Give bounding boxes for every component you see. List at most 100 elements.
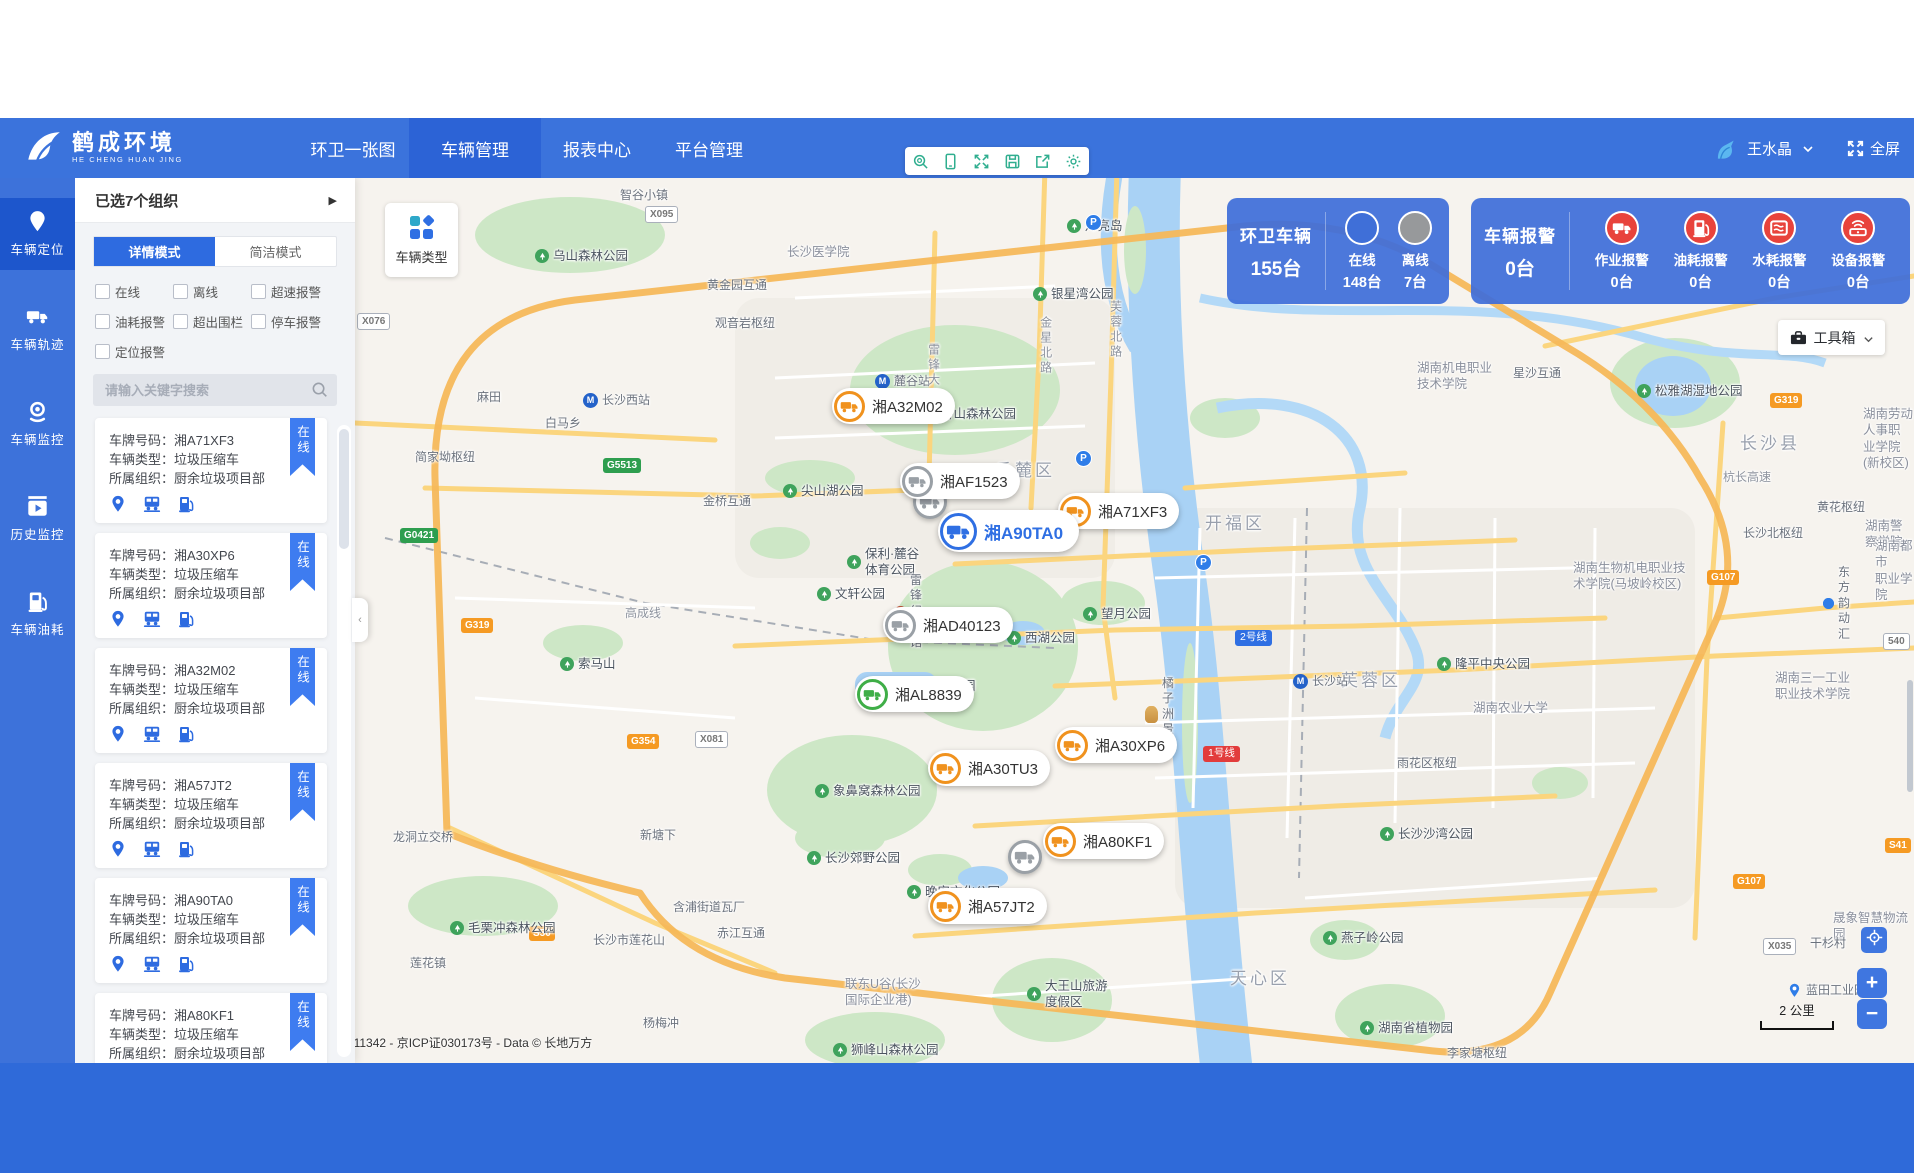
checkbox[interactable] [251, 284, 266, 299]
vehicle-track-icon[interactable] [143, 610, 161, 628]
vehicle-org-row: 所属组织：厨余垃圾项目部 [109, 929, 313, 948]
filter-option-6[interactable]: 停车报警 [251, 312, 339, 331]
vehicle-card[interactable]: 车牌号码：湘A71XF3车辆类型：垃圾压缩车所属组织：厨余垃圾项目部在线 [95, 418, 327, 523]
vehicle-card[interactable]: 车牌号码：湘A80KF1车辆类型：垃圾压缩车所属组织：厨余垃圾项目部在线 [95, 993, 327, 1063]
map-label: X035 [1763, 938, 1796, 955]
sidebar-item-2[interactable]: 车辆轨迹 [0, 293, 75, 365]
vehicle-card[interactable]: 车牌号码：湘A57JT2车辆类型：垃圾压缩车所属组织：厨余垃圾项目部在线 [95, 763, 327, 868]
map-label-text: 长沙市莲花山 [593, 933, 665, 949]
locate-pin-icon[interactable] [109, 725, 127, 743]
toolbox-button[interactable]: 工具箱 [1778, 320, 1885, 355]
vehicle-card[interactable]: 车牌号码：湘A90TA0车辆类型：垃圾压缩车所属组织：厨余垃圾项目部在线 [95, 878, 327, 983]
map-label-text: 联东U谷(长沙 国际企业港) [845, 976, 921, 1009]
filter-label: 定位报警 [115, 342, 165, 361]
vehicle-marker[interactable]: 湘A32M02 [832, 388, 955, 424]
user-name[interactable]: 王水晶 [1747, 138, 1792, 159]
vehicle-track-icon[interactable] [143, 495, 161, 513]
truck-icon [834, 391, 865, 422]
mode-tab-1[interactable]: 详情模式 [94, 237, 215, 266]
org-selector[interactable]: 已选7个组织 ▶ [75, 178, 355, 223]
vehicle-track-icon[interactable] [143, 955, 161, 973]
locate-button[interactable] [1861, 927, 1887, 953]
measure-expand-icon[interactable] [973, 153, 990, 170]
nav-tab-3[interactable]: 报表中心 [541, 118, 653, 178]
field-value: 垃圾压缩车 [174, 682, 239, 697]
page-scrollbar-thumb[interactable] [1907, 680, 1913, 792]
zoom-search-icon[interactable] [912, 153, 929, 170]
fuel-pump-icon[interactable] [177, 840, 195, 858]
vehicle-card[interactable]: 车牌号码：湘A32M02车辆类型：垃圾压缩车所属组织：厨余垃圾项目部在线 [95, 648, 327, 753]
zoom-in-button[interactable]: + [1857, 968, 1887, 998]
vehicle-marker[interactable]: 湘AD40123 [883, 607, 1013, 643]
scale-label: 2 公里 [1760, 1000, 1834, 1019]
vehicle-track-icon[interactable] [143, 725, 161, 743]
mode-tab-2[interactable]: 简洁模式 [215, 237, 336, 266]
sidebar-item-5[interactable]: 车辆油耗 [0, 578, 75, 650]
vehicle-marker[interactable]: 湘A80KF1 [1043, 823, 1164, 859]
checkbox[interactable] [95, 284, 110, 299]
map-label: 西湖公园 [1007, 630, 1075, 646]
vehicle-card[interactable]: 车牌号码：湘A30XP6车辆类型：垃圾压缩车所属组织：厨余垃圾项目部在线 [95, 533, 327, 638]
map-container[interactable]: 智谷小镇乌山森林公园长沙医学院黄金园互通月亮岛银星湾公园观音岩枢纽谷山森林公园M… [355, 178, 1914, 1063]
map-label: 湖南都市 职业学院 [1875, 538, 1914, 603]
vehicle-marker[interactable]: 湘AL8839 [855, 676, 974, 712]
locate-pin-icon[interactable] [109, 495, 127, 513]
vehicle-type-button[interactable]: 车辆类型 [385, 203, 458, 277]
search-input[interactable] [93, 374, 337, 406]
checkbox[interactable] [251, 314, 266, 329]
nav-tab-4[interactable]: 平台管理 [653, 118, 765, 178]
checkbox[interactable] [95, 344, 110, 359]
tablet-icon[interactable] [942, 153, 959, 170]
filter-option-3[interactable]: 超速报警 [251, 282, 339, 301]
fuel-pump-icon[interactable] [177, 610, 195, 628]
field-label: 车辆类型： [109, 797, 174, 812]
vehicle-marker[interactable]: 湘A90TA0 [938, 510, 1079, 552]
card-actions [109, 495, 313, 513]
vehicle-marker[interactable]: 湘A30XP6 [1055, 727, 1177, 763]
vehicle-marker[interactable]: 湘A57JT2 [928, 888, 1047, 924]
chevron-down-icon[interactable] [1802, 142, 1814, 154]
map-label: 1号线 [1203, 746, 1240, 762]
checkbox[interactable] [173, 314, 188, 329]
sidebar-item-3[interactable]: 车辆监控 [0, 388, 75, 460]
vehicle-org-row: 所属组织：厨余垃圾项目部 [109, 469, 313, 488]
vehicle-track-icon[interactable] [143, 840, 161, 858]
filter-option-7[interactable]: 定位报警 [95, 342, 173, 361]
filter-option-1[interactable]: 在线 [95, 282, 173, 301]
search-icon[interactable] [311, 381, 328, 398]
checkbox[interactable] [95, 314, 110, 329]
map-label-text: 智谷小镇 [620, 188, 668, 204]
share-icon[interactable] [1034, 153, 1051, 170]
map-label-text: 文轩公园 [835, 586, 885, 602]
map-label: 龙洞立交桥 [393, 830, 453, 846]
save-icon[interactable] [1004, 153, 1021, 170]
checkbox[interactable] [173, 284, 188, 299]
fullscreen-button[interactable]: 全屏 [1846, 138, 1900, 159]
expand-right-icon[interactable]: ▶ [329, 194, 337, 207]
zoom-out-button[interactable]: − [1857, 999, 1887, 1029]
vehicle-marker-partial[interactable] [1008, 840, 1042, 874]
nav-tab-2[interactable]: 车辆管理 [409, 118, 541, 178]
locate-pin-icon[interactable] [109, 955, 127, 973]
locate-pin-icon[interactable] [109, 840, 127, 858]
sidebar-item-4[interactable]: 历史监控 [0, 483, 75, 555]
panel-collapse-button[interactable]: ‹ [352, 598, 368, 642]
filter-option-5[interactable]: 超出围栏 [173, 312, 251, 331]
vehicle-marker[interactable]: 湘A30TU3 [928, 750, 1050, 786]
nav-tab-1[interactable]: 环卫一张图 [297, 118, 409, 178]
truck-icon [930, 891, 961, 922]
fuel-pump-icon[interactable] [177, 955, 195, 973]
scrollbar-thumb[interactable] [339, 429, 349, 549]
settings-gear-icon[interactable] [1065, 153, 1082, 170]
sidebar-item-1[interactable]: 车辆定位 [0, 198, 75, 270]
fuel-pump-icon[interactable] [177, 725, 195, 743]
map-label-text: G354 [627, 734, 659, 749]
panel-scrollbar[interactable] [337, 425, 351, 1057]
fuel-pump-icon[interactable] [177, 495, 195, 513]
filter-option-4[interactable]: 油耗报警 [95, 312, 173, 331]
locate-pin-icon[interactable] [109, 610, 127, 628]
filter-option-2[interactable]: 离线 [173, 282, 251, 301]
vehicle-marker[interactable]: 湘AF1523 [900, 463, 1020, 499]
map-label: 黄金园互通 [707, 278, 767, 294]
user-avatar[interactable] [1710, 135, 1737, 162]
